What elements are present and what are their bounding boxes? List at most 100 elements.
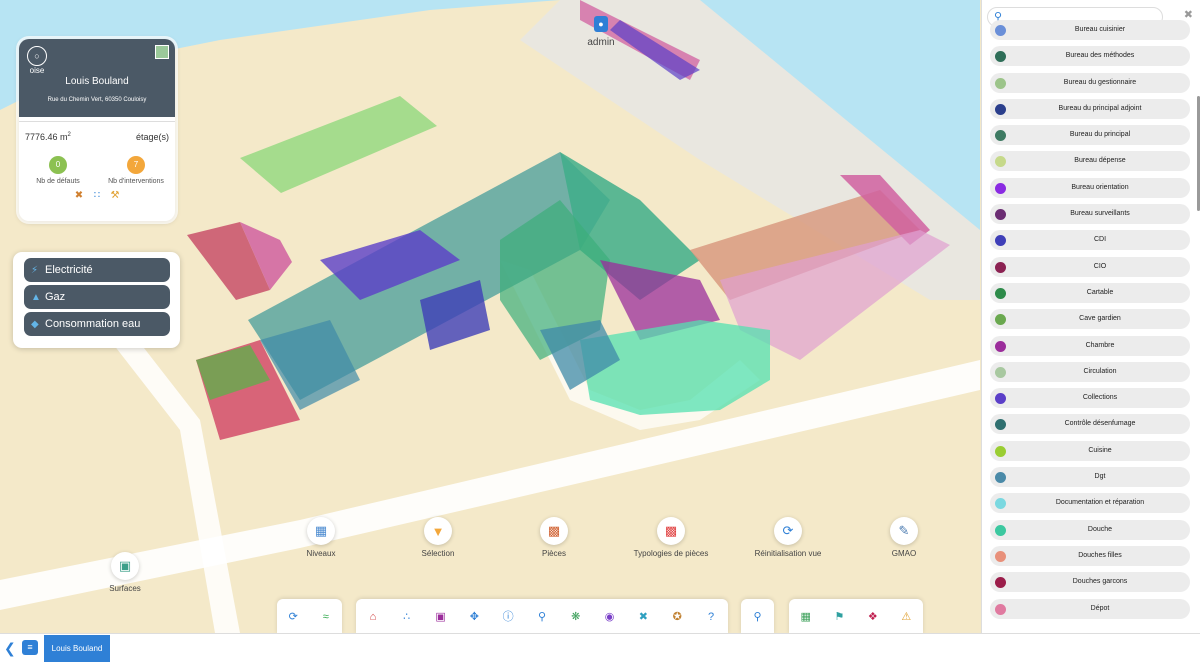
room-type-item[interactable]: Bureau surveillants bbox=[990, 204, 1190, 225]
gas-button[interactable]: ▲ Gaz bbox=[24, 285, 170, 309]
close-icon[interactable]: ✖ bbox=[1184, 8, 1193, 21]
water-consumption-button[interactable]: ◆ Consommation eau bbox=[24, 312, 170, 336]
color-dot-icon bbox=[995, 393, 1006, 405]
room-type-item[interactable]: Bureau cuisinier bbox=[990, 20, 1190, 40]
surfaces-tool[interactable]: ▣ Surfaces bbox=[80, 552, 170, 593]
room-type-item[interactable]: Douche bbox=[990, 519, 1190, 540]
room-type-item[interactable]: CIO bbox=[990, 256, 1190, 277]
toolbar-main: ⌂ ∴ ▣ ✥ ⓘ ⚲ ❋ ◉ ✖ ✪ ? bbox=[356, 599, 728, 634]
flag-icon[interactable]: ⚑ bbox=[832, 610, 846, 624]
room-type-label: Documentation et réparation bbox=[1055, 499, 1145, 507]
room-type-item[interactable]: Bureau des méthodes bbox=[990, 46, 1190, 67]
wifi-icon[interactable]: ≈ bbox=[319, 610, 333, 624]
reset-view-label: Réinitialisation vue bbox=[754, 549, 822, 558]
camera-icon[interactable]: ◉ bbox=[603, 610, 617, 624]
color-dot-icon bbox=[995, 235, 1006, 247]
room-type-item[interactable]: Bureau du principal bbox=[990, 125, 1190, 146]
defects-stat[interactable]: 0 Nb de défauts bbox=[22, 156, 94, 185]
surfaces-icon: ▣ bbox=[111, 552, 139, 580]
zoom-icon[interactable]: ⚲ bbox=[535, 610, 549, 624]
room-type-item[interactable]: Cuisine bbox=[990, 440, 1190, 461]
room-type-item[interactable]: Dépot bbox=[990, 598, 1190, 619]
room-type-item[interactable]: Bureau du principal adjoint bbox=[990, 98, 1190, 119]
share-icon[interactable]: ∴ bbox=[400, 610, 414, 624]
room-type-panel: ⚲ ✖ Bureau cuisinier Bureau des méthodes B… bbox=[981, 0, 1200, 633]
room-type-item[interactable]: Documentation et réparation bbox=[990, 493, 1190, 514]
room-type-item[interactable]: Contrôle désenfumage bbox=[990, 414, 1190, 435]
selection-tool[interactable]: ▼ Sélection bbox=[393, 517, 483, 558]
color-dot-icon bbox=[995, 130, 1006, 142]
color-dot-icon bbox=[995, 366, 1006, 378]
room-type-item[interactable]: Cave gardien bbox=[990, 309, 1190, 330]
room-type-label: Cuisine bbox=[1088, 446, 1112, 454]
water-drop-icon: ◆ bbox=[31, 318, 39, 330]
building-icon[interactable]: ≡ bbox=[22, 640, 38, 655]
pattern-icon[interactable]: ❖ bbox=[866, 610, 880, 624]
room-type-list: Bureau cuisinier Bureau des méthodes Burea… bbox=[990, 20, 1190, 625]
surfaces-label: Surfaces bbox=[109, 584, 141, 593]
electricity-button[interactable]: ⚡ Electricité bbox=[24, 258, 170, 282]
compass-icon[interactable]: ✪ bbox=[670, 610, 684, 624]
room-type-label: Douches filles bbox=[1078, 551, 1122, 559]
levels-tool[interactable]: ▦ Niveaux bbox=[276, 517, 366, 558]
move-icon[interactable]: ✥ bbox=[467, 610, 481, 624]
reset-view-tool[interactable]: ⟳ Réinitialisation vue bbox=[743, 517, 833, 558]
defects-count: 0 bbox=[49, 156, 67, 174]
room-types-icon: ▩ bbox=[657, 517, 685, 545]
room-type-label: Dgt bbox=[1094, 473, 1106, 481]
info-icon[interactable]: ⓘ bbox=[501, 610, 515, 624]
room-type-item[interactable]: Bureau du gestionnaire bbox=[990, 72, 1190, 93]
room-type-item[interactable]: Circulation bbox=[990, 361, 1190, 382]
gmao-tool[interactable]: ✎ GMAO bbox=[859, 517, 949, 558]
room-type-item[interactable]: Chambre bbox=[990, 335, 1190, 356]
building-floors: étage(s) bbox=[135, 132, 169, 142]
gas-label: Gaz bbox=[45, 291, 66, 303]
network-icon[interactable]: ∷ bbox=[91, 190, 103, 202]
measure-icon[interactable]: ✖ bbox=[636, 610, 650, 624]
color-dot-icon bbox=[995, 156, 1006, 168]
color-dot-icon bbox=[995, 472, 1006, 484]
room-type-item[interactable]: Dgt bbox=[990, 467, 1190, 488]
select-area-icon[interactable]: ▣ bbox=[434, 610, 448, 624]
building-tab[interactable]: Louis Bouland bbox=[44, 635, 110, 662]
notification-icon[interactable]: ⚠ bbox=[899, 610, 913, 624]
room-type-label: Bureau des méthodes bbox=[1065, 52, 1135, 60]
room-type-item[interactable]: Douches garcons bbox=[990, 572, 1190, 593]
room-type-item[interactable]: Collections bbox=[990, 388, 1190, 409]
room-types-tool[interactable]: ▩ Typologies de pièces bbox=[626, 517, 716, 558]
lightning-icon: ⚡ bbox=[31, 264, 39, 276]
globe-icon[interactable]: ❋ bbox=[569, 610, 583, 624]
back-icon[interactable]: ❮ bbox=[4, 640, 16, 657]
user-marker-label: admin bbox=[587, 37, 615, 48]
building-tools: ✖ ∷ ⚒ bbox=[19, 190, 175, 202]
user-marker[interactable]: ● admin bbox=[586, 16, 616, 48]
color-dot-icon bbox=[995, 524, 1006, 536]
map-layers-icon[interactable]: ▦ bbox=[799, 610, 813, 624]
room-type-item[interactable]: CDI bbox=[990, 230, 1190, 251]
color-dot-icon bbox=[995, 182, 1006, 194]
help-icon[interactable]: ? bbox=[704, 610, 718, 624]
rooms-tool[interactable]: ▩ Pièces bbox=[509, 517, 599, 558]
room-type-label: CDI bbox=[1093, 236, 1107, 244]
building-area: 7776.46 m2 bbox=[25, 132, 71, 142]
room-type-label: Circulation bbox=[1083, 367, 1117, 375]
room-type-item[interactable]: Douches filles bbox=[990, 545, 1190, 566]
room-type-label: Contrôle désenfumage bbox=[1064, 420, 1136, 428]
room-type-label: Bureau du principal adjoint bbox=[1058, 104, 1142, 112]
toolbar-search: ⚲ bbox=[741, 599, 774, 634]
user-icon: ● bbox=[594, 16, 608, 32]
room-type-item[interactable]: Bureau dépense bbox=[990, 151, 1190, 172]
map-icon[interactable] bbox=[155, 45, 169, 59]
room-type-item[interactable]: Cartable bbox=[990, 282, 1190, 303]
app-logo-icon[interactable]: ⟳ bbox=[286, 610, 300, 624]
color-dot-icon bbox=[995, 419, 1006, 431]
search-icon[interactable]: ⚲ bbox=[751, 610, 765, 624]
tools-icon[interactable]: ✖ bbox=[73, 190, 85, 202]
wrench-icon[interactable]: ⚒ bbox=[109, 190, 121, 202]
interventions-stat[interactable]: 7 Nb d'interventions bbox=[100, 156, 172, 185]
color-dot-icon bbox=[995, 77, 1006, 89]
home-icon[interactable]: ⌂ bbox=[366, 610, 380, 624]
room-type-item[interactable]: Bureau orientation bbox=[990, 177, 1190, 198]
interventions-label: Nb d'interventions bbox=[108, 178, 164, 185]
defects-label: Nb de défauts bbox=[36, 178, 80, 185]
